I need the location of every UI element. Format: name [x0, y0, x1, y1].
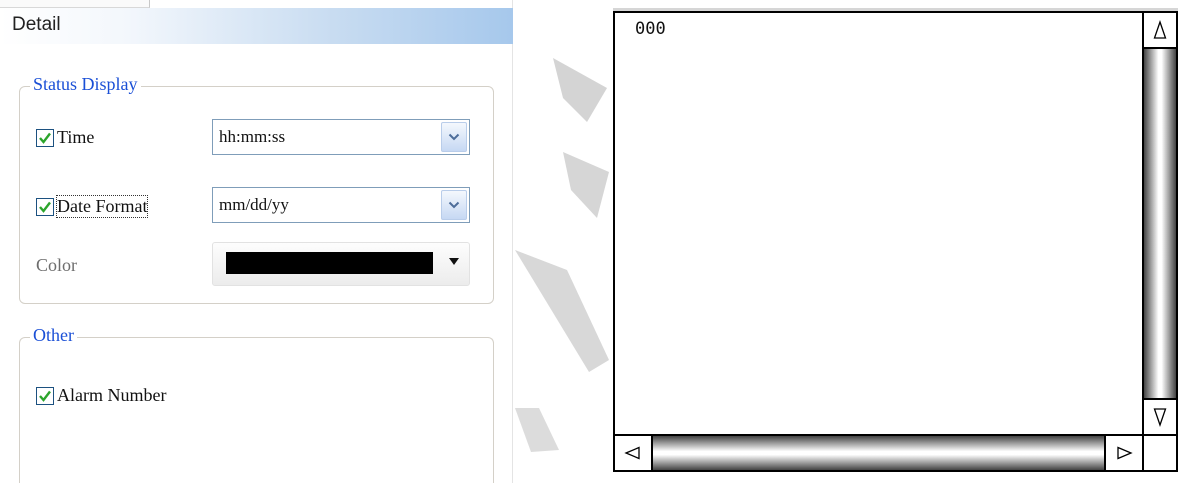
scrollbar-corner — [1142, 434, 1176, 470]
alarm-number-checkbox[interactable] — [36, 386, 54, 405]
caret-down-icon — [449, 258, 459, 265]
detail-title: Detail — [12, 14, 61, 35]
detail-panel: Detail Status Display Time hh:mm:ss Date… — [0, 0, 513, 483]
chevron-down-icon — [448, 133, 460, 141]
date-format-checkbox-label[interactable]: Date Format — [55, 195, 149, 218]
date-format-value: mm/dd/yy — [219, 195, 289, 214]
time-checkbox-label[interactable]: Time — [57, 127, 94, 148]
check-icon — [39, 390, 51, 402]
date-format-checkbox[interactable] — [36, 197, 54, 216]
horizontal-scrollbar[interactable] — [615, 434, 1142, 470]
time-checkbox[interactable] — [36, 128, 54, 147]
scroll-right-button[interactable] — [1104, 436, 1142, 470]
time-checkbox-row[interactable]: Time — [36, 127, 94, 148]
watermark-decoration — [515, 58, 609, 452]
color-picker[interactable] — [212, 242, 470, 286]
chevron-down-icon — [448, 201, 460, 209]
time-format-dropdown[interactable]: hh:mm:ss — [212, 119, 470, 155]
scroll-up-button[interactable] — [1144, 13, 1176, 49]
date-format-dropdown[interactable]: mm/dd/yy — [212, 187, 470, 223]
check-icon — [39, 132, 51, 144]
detail-header: Detail — [0, 8, 513, 44]
display-content-text: 000 — [635, 19, 666, 39]
check-icon — [39, 201, 51, 213]
horizontal-scroll-track[interactable] — [615, 436, 1142, 470]
alarm-number-checkbox-label[interactable]: Alarm Number — [57, 385, 166, 406]
triangle-down-icon — [1153, 408, 1167, 427]
alarm-number-checkbox-row[interactable]: Alarm Number — [36, 385, 166, 406]
other-group — [19, 337, 494, 483]
triangle-up-icon — [1153, 20, 1167, 39]
color-label: Color — [36, 255, 78, 275]
time-format-dropdown-button[interactable] — [441, 122, 467, 152]
vertical-scroll-track[interactable] — [1144, 13, 1176, 434]
triangle-left-icon — [624, 446, 640, 460]
tab-stub — [0, 0, 150, 8]
scroll-left-button[interactable] — [615, 436, 653, 470]
date-format-dropdown-button[interactable] — [441, 190, 467, 220]
vertical-scrollbar[interactable] — [1142, 13, 1176, 434]
status-display-legend: Status Display — [30, 74, 141, 95]
scroll-down-button[interactable] — [1144, 398, 1176, 434]
time-format-value: hh:mm:ss — [219, 127, 286, 146]
other-legend: Other — [30, 325, 77, 346]
date-format-checkbox-row[interactable]: Date Format — [36, 195, 149, 218]
alarm-display-box: 000 — [613, 11, 1178, 472]
triangle-right-icon — [1117, 446, 1133, 460]
color-swatch — [226, 252, 433, 274]
